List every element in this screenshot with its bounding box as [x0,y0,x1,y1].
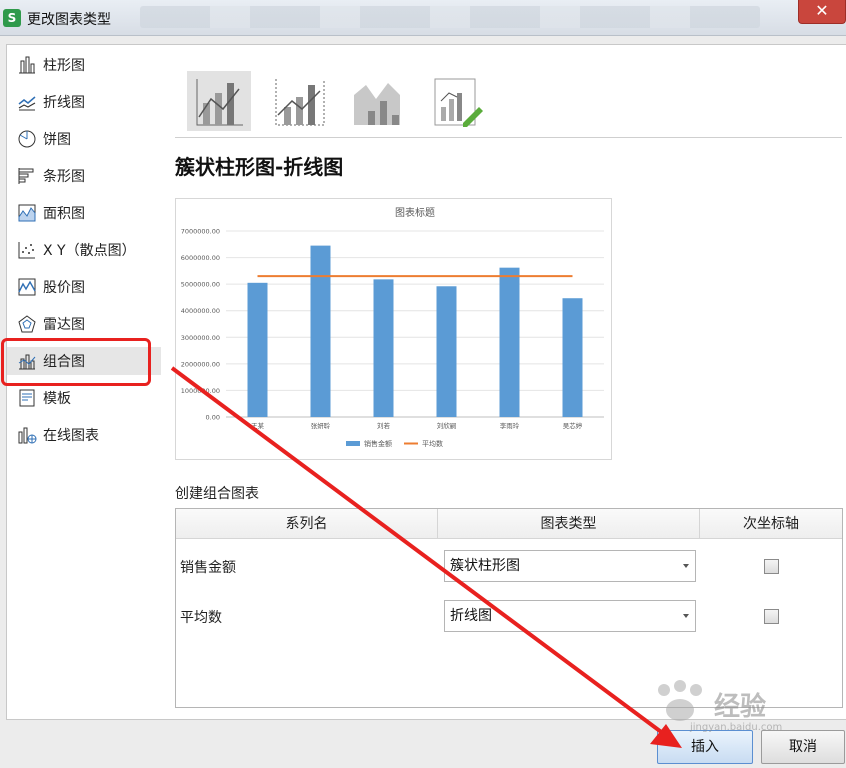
paw-logo-icon [658,680,702,721]
watermark-text: 经验 [714,692,767,722]
annotation-arrow [170,366,682,748]
watermark-url: jingyan.baidu.com [690,722,783,733]
baidu-watermark: 经验 jingyan.baidu.com [650,676,810,736]
